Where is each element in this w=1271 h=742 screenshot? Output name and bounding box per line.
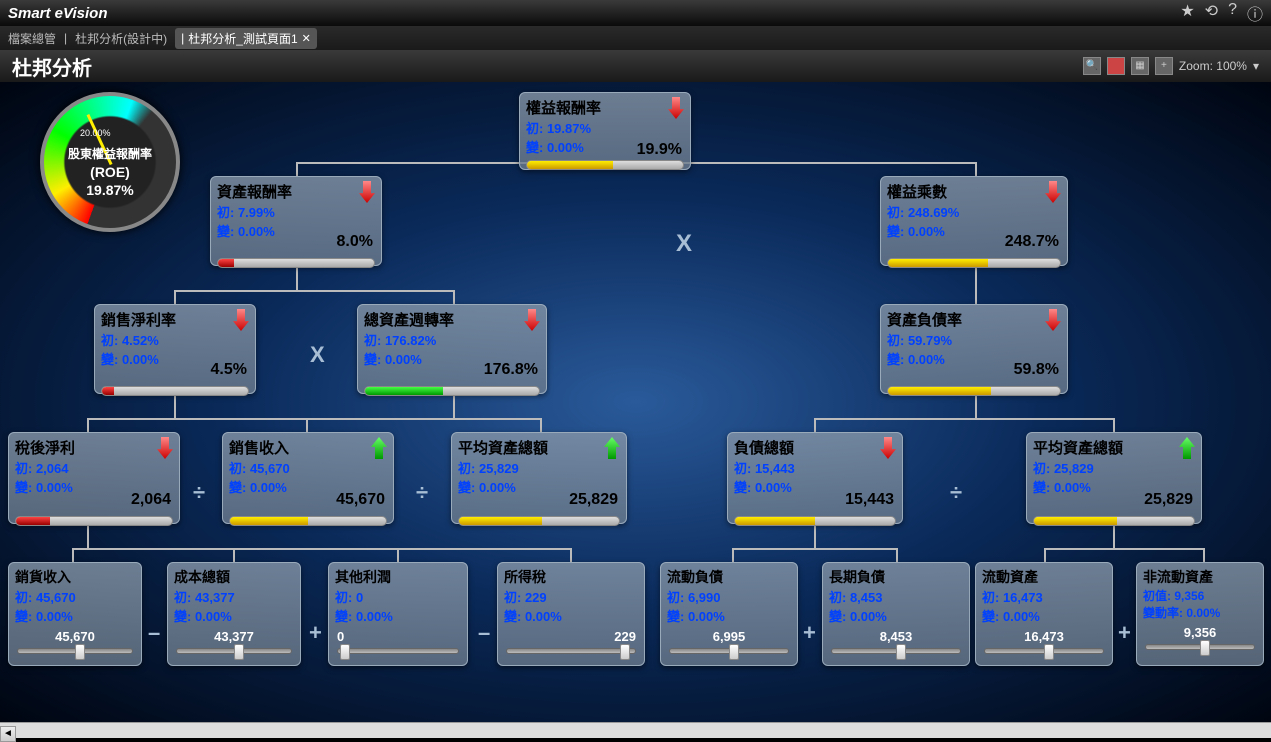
arrow-up-icon xyxy=(371,437,387,459)
refresh-icon[interactable]: ⟲ xyxy=(1205,1,1218,25)
node-title: 流動負債 xyxy=(667,567,723,587)
gauge-text: 股東權益報酬率 (ROE) 19.87% xyxy=(40,147,180,199)
arrow-down-icon xyxy=(359,181,375,203)
breadcrumb-tab-active[interactable]: | 杜邦分析_測試頁面1 ✕ xyxy=(175,28,317,49)
arrow-down-icon xyxy=(524,309,540,331)
node-roe[interactable]: 權益報酬率 初: 19.87% 變: 0.00% 19.9% xyxy=(519,92,691,170)
help-icon[interactable]: ? xyxy=(1228,1,1237,25)
node-dr[interactable]: 資產負債率 初: 59.79% 變: 0.00% 59.8% xyxy=(880,304,1068,394)
node-title: 資產負債率 xyxy=(887,309,962,330)
node-title: 稅後淨利 xyxy=(15,437,75,458)
node-npm[interactable]: 銷售淨利率 初: 4.52% 變: 0.00% 4.5% xyxy=(94,304,256,394)
titlebar-icons: ★ ⟲ ? ⓘ xyxy=(1180,1,1263,25)
slider[interactable] xyxy=(506,648,636,654)
node-title: 所得稅 xyxy=(504,567,546,587)
node-title: 其他利潤 xyxy=(335,567,391,587)
tab-label: 杜邦分析_測試頁面1 xyxy=(188,30,297,47)
gauge-tick: 20.00% xyxy=(80,128,111,138)
arrow-down-icon xyxy=(668,97,684,119)
slider[interactable] xyxy=(17,648,133,654)
node-avgta[interactable]: 平均資產總額 初: 25,829 變: 0.00% 25,829 xyxy=(451,432,627,524)
slider[interactable] xyxy=(176,648,292,654)
node-ca[interactable]: 流動資產 初: 16,473 變: 0.00% 16,473 xyxy=(975,562,1113,666)
zoom-plus-button[interactable]: + xyxy=(1155,57,1173,75)
op-plus: + xyxy=(309,620,322,646)
node-title: 成本總額 xyxy=(174,567,230,587)
breadcrumb-root[interactable]: 檔案總管 xyxy=(8,30,56,47)
node-cl[interactable]: 流動負債 初: 6,990 變: 0.00% 6,995 xyxy=(660,562,798,666)
node-ni[interactable]: 稅後淨利 初: 2,064 變: 0.00% 2,064 xyxy=(8,432,180,524)
op-divide: ÷ xyxy=(416,480,428,506)
node-srev[interactable]: 銷貨收入 初: 45,670 變: 0.00% 45,670 xyxy=(8,562,142,666)
breadcrumb-mid[interactable]: 杜邦分析(設計中) xyxy=(75,30,167,47)
slider[interactable] xyxy=(669,648,789,654)
node-title: 權益報酬率 xyxy=(526,97,601,118)
node-cost[interactable]: 成本總額 初: 43,377 變: 0.00% 43,377 xyxy=(167,562,301,666)
node-roa[interactable]: 資產報酬率 初: 7.99% 變: 0.00% 8.0% xyxy=(210,176,382,266)
node-title: 長期負債 xyxy=(829,567,885,587)
arrow-up-icon xyxy=(604,437,620,459)
node-title: 負債總額 xyxy=(734,437,794,458)
node-title: 銷售收入 xyxy=(229,437,289,458)
node-title: 流動資產 xyxy=(982,567,1038,587)
node-title: 平均資產總額 xyxy=(1033,437,1123,458)
slider[interactable] xyxy=(337,648,459,654)
scroll-left-icon[interactable]: ◄ xyxy=(0,726,16,742)
op-minus: – xyxy=(148,620,160,646)
arrow-down-icon xyxy=(233,309,249,331)
node-liab[interactable]: 負債總額 初: 15,443 變: 0.00% 15,443 xyxy=(727,432,903,524)
slider[interactable] xyxy=(831,648,961,654)
node-nca[interactable]: 非流動資產 初值: 9,356 變動率: 0.00% 9,356 xyxy=(1136,562,1264,666)
doc-icon[interactable]: ▦ xyxy=(1131,57,1149,75)
slider[interactable] xyxy=(1145,644,1255,650)
slider[interactable] xyxy=(984,648,1104,654)
star-icon[interactable]: ★ xyxy=(1180,1,1194,25)
info-icon[interactable]: ⓘ xyxy=(1247,1,1263,25)
export-icon[interactable] xyxy=(1107,57,1125,75)
zoom-label: Zoom: 100% xyxy=(1179,59,1247,73)
node-ltl[interactable]: 長期負債 初: 8,453 變: 0.00% 8,453 xyxy=(822,562,970,666)
node-em[interactable]: 權益乘數 初: 248.69% 變: 0.00% 248.7% xyxy=(880,176,1068,266)
op-plus: + xyxy=(803,620,816,646)
arrow-down-icon xyxy=(1045,309,1061,331)
node-title: 權益乘數 xyxy=(887,181,947,202)
breadcrumb-bar: 檔案總管 | 杜邦分析(設計中) | 杜邦分析_測試頁面1 ✕ xyxy=(0,26,1271,50)
diagram-canvas: 20.00% 股東權益報酬率 (ROE) 19.87% X X ÷ ÷ ÷ – … xyxy=(0,82,1271,722)
title-bar: Smart eVision ★ ⟲ ? ⓘ xyxy=(0,0,1271,26)
arrow-up-icon xyxy=(1179,437,1195,459)
node-rev[interactable]: 銷售收入 初: 45,670 變: 0.00% 45,670 xyxy=(222,432,394,524)
arrow-down-icon xyxy=(1045,181,1061,203)
op-multiply: X xyxy=(676,230,692,258)
op-multiply: X xyxy=(310,342,325,368)
node-title: 平均資產總額 xyxy=(458,437,548,458)
roe-gauge: 20.00% 股東權益報酬率 (ROE) 19.87% xyxy=(40,92,180,232)
page-title: 杜邦分析 xyxy=(12,52,92,81)
arrow-down-icon xyxy=(157,437,173,459)
op-plus: + xyxy=(1118,620,1131,646)
node-tat[interactable]: 總資產週轉率 初: 176.82% 變: 0.00% 176.8% xyxy=(357,304,547,394)
node-avgta2[interactable]: 平均資產總額 初: 25,829 變: 0.00% 25,829 xyxy=(1026,432,1202,524)
node-title: 資產報酬率 xyxy=(217,181,292,202)
node-title: 總資產週轉率 xyxy=(364,309,454,330)
op-divide: ÷ xyxy=(193,480,205,506)
search-icon[interactable]: 🔍 xyxy=(1083,57,1101,75)
node-tax[interactable]: 所得稅 初: 229 變: 0.00% 229 xyxy=(497,562,645,666)
op-minus: – xyxy=(478,620,490,646)
app-title: Smart eVision xyxy=(8,5,107,22)
op-divide: ÷ xyxy=(950,480,962,506)
node-title: 銷貨收入 xyxy=(15,567,71,587)
arrow-down-icon xyxy=(880,437,896,459)
horizontal-scrollbar[interactable]: ◄ xyxy=(0,722,1271,738)
node-oth[interactable]: 其他利潤 初: 0 變: 0.00% 0 xyxy=(328,562,468,666)
node-title: 銷售淨利率 xyxy=(101,309,176,330)
node-title: 非流動資產 xyxy=(1143,567,1213,587)
toolbar: 杜邦分析 🔍 ▦ + Zoom: 100% ▾ xyxy=(0,50,1271,82)
chevron-down-icon[interactable]: ▾ xyxy=(1253,59,1259,73)
close-icon[interactable]: ✕ xyxy=(302,32,311,45)
